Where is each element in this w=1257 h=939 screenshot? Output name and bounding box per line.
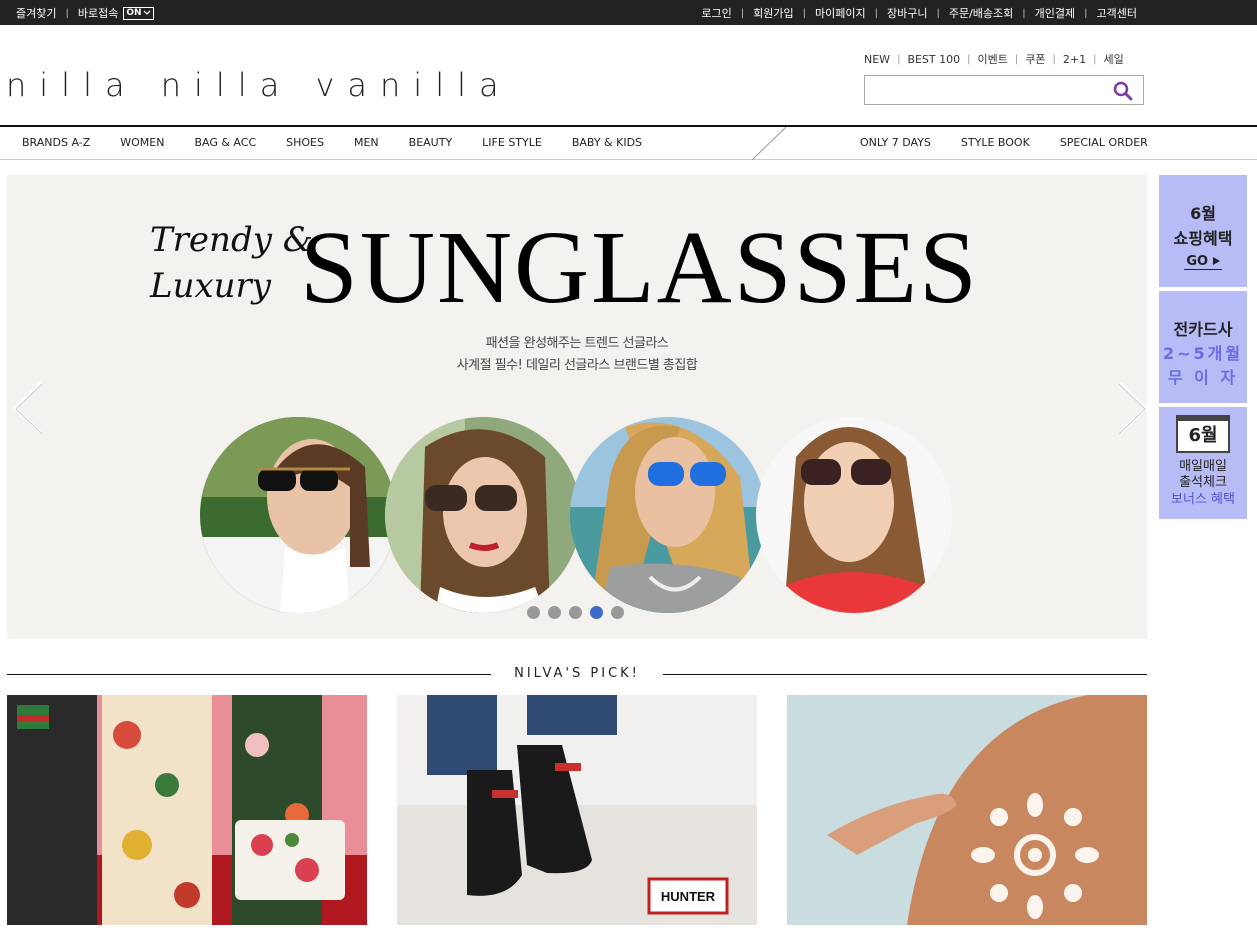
model-photo-1	[200, 417, 396, 613]
go-button[interactable]: GO	[1184, 254, 1222, 270]
nav-item-beauty[interactable]: BEAUTY	[409, 136, 453, 149]
utility-links: 로그인 | 회원가입 | 마이페이지 | 장바구니 | 주문/배송조회 | 개인…	[701, 5, 1137, 21]
order-tracking-link[interactable]: 주문/배송조회	[949, 5, 1013, 21]
hunter-logo: HUNTER	[661, 889, 716, 904]
quick-link-sale[interactable]: 세일	[1103, 51, 1123, 67]
nav-item-shoes[interactable]: SHOES	[286, 136, 324, 149]
customer-center-link[interactable]: 고객센터	[1097, 5, 1137, 21]
nav-categories: BRANDS A-Z WOMEN BAG & ACC SHOES MEN BEA…	[22, 136, 672, 149]
separator: |	[802, 7, 806, 19]
nav-item-bag-acc[interactable]: BAG & ACC	[194, 136, 256, 149]
quick-link-coupon[interactable]: 쿠폰	[1025, 51, 1045, 67]
login-link[interactable]: 로그인	[701, 5, 731, 21]
quick-link-new[interactable]: NEW	[864, 53, 890, 66]
separator: |	[874, 7, 878, 19]
banner-tagline-line2: Luxury	[150, 266, 272, 306]
search-input[interactable]	[865, 76, 1105, 104]
quick-links: NEW | BEST 100 | 이벤트 | 쿠폰 | 2+1 | 세일	[864, 51, 1124, 67]
hero-banner[interactable]: Trendy & Luxury SUNGLASSES 패션을 완성해주는 트렌드…	[7, 175, 1147, 639]
nav-item-special-order[interactable]: SPECIAL ORDER	[1060, 136, 1148, 149]
promo3-line1: 매일매일	[1179, 459, 1227, 474]
utility-bar: 즐겨찾기 | 바로접속 ON 로그인 | 회원가입 | 마이페이지 | 장바구니…	[0, 0, 1257, 25]
shortcut-link[interactable]: 바로접속	[78, 5, 118, 21]
card-installment-banner[interactable]: 전카드사 2~5개월 무 이 자	[1159, 291, 1247, 403]
banner-tagline-line1: Trendy &	[150, 220, 313, 260]
chevron-down-icon	[143, 10, 150, 15]
separator: |	[1052, 53, 1056, 65]
nav-item-style-book[interactable]: STYLE BOOK	[961, 136, 1030, 149]
personal-payment-link[interactable]: 개인결제	[1035, 5, 1075, 21]
quick-link-best[interactable]: BEST 100	[907, 53, 960, 66]
promo2-line2: 2~5개월	[1162, 344, 1244, 363]
nav-item-women[interactable]: WOMEN	[120, 136, 164, 149]
next-slide-arrow-icon[interactable]	[1116, 380, 1147, 436]
slide-dot[interactable]	[548, 606, 561, 619]
favorites-link[interactable]: 즐겨찾기	[16, 5, 56, 21]
banner-subtitle-2: 사계절 필수! 데일리 선글라스 브랜드별 총집합	[456, 358, 698, 373]
model-photo-3	[570, 417, 766, 613]
utility-left: 즐겨찾기 | 바로접속 ON	[16, 5, 154, 21]
separator: |	[1093, 53, 1097, 65]
nav-item-baby-kids[interactable]: BABY & KIDS	[572, 136, 642, 149]
promo1-line2: 쇼핑혜택	[1173, 229, 1233, 248]
pick-tile-floral-fashion[interactable]	[7, 695, 367, 925]
model-photo-4	[756, 417, 952, 613]
cart-link[interactable]: 장바구니	[887, 5, 927, 21]
separator: |	[936, 7, 940, 19]
slide-dot[interactable]	[611, 606, 624, 619]
pick-tile-hunter-boots[interactable]: HUNTER	[397, 695, 757, 925]
nav-item-life-style[interactable]: LIFE STYLE	[482, 136, 542, 149]
nav-item-only-7-days[interactable]: ONLY 7 DAYS	[860, 136, 931, 149]
promo2-line1: 전카드사	[1173, 320, 1233, 339]
banner-subtitle-1: 패션을 완성해주는 트렌드 선글라스	[485, 336, 669, 351]
nav-divider	[752, 127, 786, 160]
shortcut-toggle[interactable]: ON	[123, 6, 154, 20]
model-photo-2	[385, 417, 581, 613]
calendar-icon: 6월	[1176, 415, 1230, 453]
nav-item-men[interactable]: MEN	[354, 136, 379, 149]
signup-link[interactable]: 회원가입	[753, 5, 793, 21]
quick-link-event[interactable]: 이벤트	[978, 51, 1008, 67]
picks-title: NILVA'S PICK!	[514, 666, 640, 681]
toggle-label: ON	[126, 7, 142, 18]
nav-item-brands[interactable]: BRANDS A-Z	[22, 136, 90, 149]
play-arrow-icon	[1212, 257, 1220, 265]
promo1-line1: 6월	[1190, 204, 1216, 223]
slide-dot[interactable]	[569, 606, 582, 619]
attendance-check-banner[interactable]: 6월 매일매일 출석체크 보너스 혜택	[1159, 407, 1247, 519]
separator: |	[1014, 53, 1019, 65]
slide-indicators	[527, 606, 632, 619]
pick-tile-sun-care[interactable]	[787, 695, 1147, 925]
go-label: GO	[1186, 254, 1209, 269]
promo3-line2: 출석체크	[1179, 475, 1227, 490]
separator: |	[1022, 7, 1026, 19]
slide-dot[interactable]	[527, 606, 540, 619]
banner-tagline: Trendy & Luxury	[150, 217, 313, 309]
nav-specials: ONLY 7 DAYS STYLE BOOK SPECIAL ORDER	[860, 136, 1178, 149]
separator: |	[1084, 7, 1088, 19]
banner-headline: SUNGLASSES	[300, 210, 979, 325]
quick-link-2plus1[interactable]: 2+1	[1063, 53, 1086, 66]
separator: |	[967, 53, 971, 65]
site-logo[interactable]: nilla nilla vanilla	[6, 66, 512, 104]
slide-dot-active[interactable]	[590, 606, 603, 619]
prev-slide-arrow-icon[interactable]	[9, 380, 45, 436]
separator: |	[897, 53, 901, 65]
promo3-line3: 보너스 혜택	[1171, 492, 1235, 507]
june-shopping-benefit-banner[interactable]: 6월 쇼핑혜택 GO	[1159, 175, 1247, 287]
promo2-line3: 무 이 자	[1167, 368, 1239, 387]
main-nav: BRANDS A-Z WOMEN BAG & ACC SHOES MEN BEA…	[0, 125, 1257, 160]
separator: |	[740, 7, 745, 19]
picks-section-header: NILVA'S PICK!	[7, 666, 1147, 684]
separator: |	[65, 7, 69, 19]
calendar-label: 6월	[1188, 425, 1218, 446]
search-box	[864, 75, 1144, 105]
search-icon[interactable]	[1113, 81, 1133, 101]
mypage-link[interactable]: 마이페이지	[815, 5, 866, 21]
